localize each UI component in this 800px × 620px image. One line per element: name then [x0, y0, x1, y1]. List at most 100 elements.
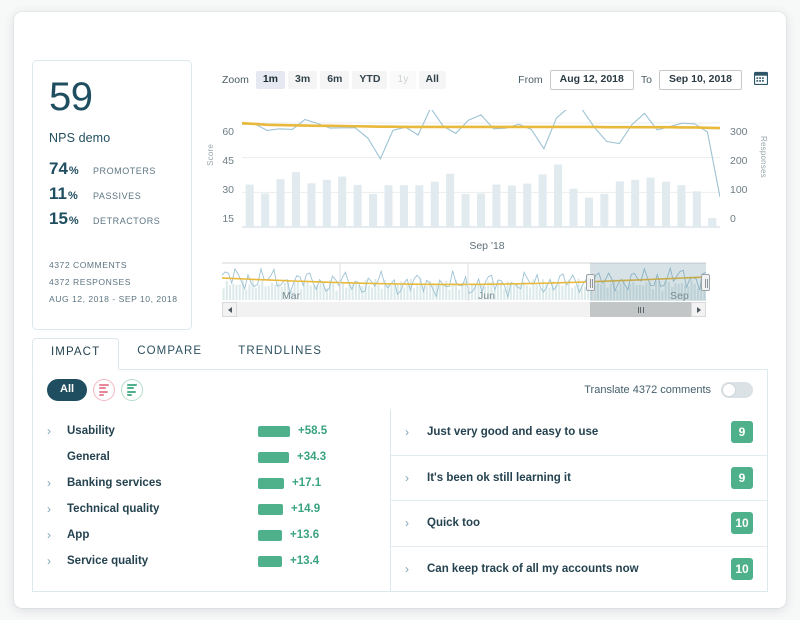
negative-bars-icon[interactable] [93, 379, 116, 401]
scrollbar-thumb[interactable] [590, 302, 691, 317]
translate-label: Translate 4372 comments [584, 384, 711, 396]
chart-navigator[interactable]: Mar Jun Sep [222, 260, 710, 308]
topic-value: +34.3 [297, 451, 327, 463]
tab-impact[interactable]: IMPACT [32, 338, 120, 370]
main-chart[interactable]: Score Responses 60 45 30 15 300 200 100 … [204, 104, 770, 262]
navigator-handle-left[interactable] [586, 274, 595, 291]
topic-row[interactable]: › Banking services +17.1 [33, 470, 390, 496]
detractors-label: DETRACTORS [93, 216, 161, 226]
chevron-right-icon[interactable]: › [405, 563, 417, 575]
nps-breakdown-row: 15% DETRACTORS [49, 209, 175, 229]
chevron-right-icon[interactable]: › [405, 472, 417, 484]
details-section: IMPACT COMPARE TRENDLINES All Translate … [32, 338, 768, 592]
positive-bars-glyph [127, 383, 138, 397]
passives-percent: 11% [49, 184, 78, 203]
topic-row[interactable]: General +34.3 [33, 444, 390, 470]
topic-row[interactable]: › Technical quality +14.9 [33, 496, 390, 522]
topic-row[interactable]: › Service quality +13.4 [33, 548, 390, 574]
comment-text: It's been ok still learning it [427, 471, 571, 484]
topic-metric: +13.4 [258, 555, 376, 567]
scrollbar-grip-icon [637, 306, 644, 313]
nps-score: 59 [49, 75, 93, 119]
tab-trendlines[interactable]: TRENDLINES [220, 338, 340, 369]
y2-tick-300: 300 [730, 126, 748, 138]
comment-score-badge: 9 [731, 421, 753, 444]
zoom-button-3m[interactable]: 3m [288, 71, 318, 89]
comment-row[interactable]: › Just very good and easy to use 9 [391, 410, 767, 456]
comment-score-badge: 10 [731, 512, 753, 535]
zoom-button-6m[interactable]: 6m [320, 71, 350, 89]
y-tick-45: 45 [222, 155, 234, 167]
zoom-label: Zoom [222, 74, 249, 86]
topic-metric: +14.9 [258, 503, 376, 515]
chevron-right-icon[interactable]: › [405, 426, 417, 438]
chart-bars [245, 164, 717, 227]
chevron-right-icon[interactable]: › [47, 477, 59, 489]
comment-score-badge: 9 [731, 466, 753, 489]
topic-value: +14.9 [291, 503, 321, 515]
from-date-input[interactable]: Aug 12, 2018 [549, 70, 634, 90]
topic-label: Usability [67, 425, 115, 437]
promoters-label: PROMOTERS [93, 166, 156, 176]
navigator-scrollbar[interactable] [222, 302, 706, 317]
responses-count: 4372 RESPONSES [49, 277, 131, 287]
topic-bar [258, 425, 290, 437]
comment-row[interactable]: › Can keep track of all my accounts now … [391, 547, 767, 593]
from-label: From [518, 74, 543, 86]
chevron-right-icon[interactable]: › [47, 503, 59, 515]
y2-tick-0: 0 [730, 213, 736, 225]
nps-survey-name: NPS demo [49, 131, 111, 145]
navigator-handle-right[interactable] [701, 274, 710, 291]
topic-bar [258, 451, 289, 463]
comment-row[interactable]: › Quick too 10 [391, 501, 767, 547]
overview-section: 59 NPS demo 74% PROMOTERS 11% PASSIVES 1… [14, 12, 786, 332]
filter-all-button[interactable]: All [47, 379, 88, 401]
topic-bar [258, 477, 284, 489]
promoters-percent: 74% [49, 159, 79, 178]
calendar-icon[interactable] [753, 71, 769, 90]
x-axis-label: Sep '18 [469, 240, 505, 252]
to-date-input[interactable]: Sep 10, 2018 [658, 70, 742, 90]
topic-value: +58.5 [298, 425, 328, 437]
chevron-right-icon[interactable]: › [47, 529, 59, 541]
filter-bar: All Translate 4372 comments [32, 370, 768, 410]
zoom-button-all[interactable]: All [418, 71, 446, 89]
nps-summary-panel: 59 NPS demo 74% PROMOTERS 11% PASSIVES 1… [32, 60, 192, 330]
positive-bars-icon[interactable] [121, 379, 144, 401]
chevron-right-icon[interactable]: › [47, 555, 59, 567]
scroll-left-arrow[interactable] [222, 302, 237, 317]
nps-breakdown-row: 11% PASSIVES [49, 184, 175, 204]
tab-compare[interactable]: COMPARE [119, 338, 220, 369]
topics-list: › Usability +58.5 General +34.3 › Bankin… [33, 410, 391, 591]
zoom-button-ytd[interactable]: YTD [352, 71, 388, 89]
date-range-text: AUG 12, 2018 - SEP 10, 2018 [49, 294, 178, 304]
y-tick-30: 30 [222, 184, 234, 196]
zoom-button-1m[interactable]: 1m [255, 71, 286, 89]
zoom-button-1y: 1y [390, 71, 416, 89]
topic-metric: +58.5 [258, 425, 376, 437]
navigator-month-mar: Mar [282, 290, 301, 302]
to-label: To [640, 74, 652, 86]
topic-label: Service quality [67, 555, 149, 567]
y-tick-60: 60 [222, 126, 234, 138]
scroll-right-arrow[interactable] [691, 302, 706, 317]
topic-row[interactable]: › Usability +58.5 [33, 418, 390, 444]
comment-score-badge: 10 [731, 558, 753, 581]
comment-text: Just very good and easy to use [427, 426, 599, 439]
comment-row[interactable]: › It's been ok still learning it 9 [391, 456, 767, 501]
page-root: 59 NPS demo 74% PROMOTERS 11% PASSIVES 1… [0, 0, 800, 620]
translate-toggle[interactable] [721, 382, 753, 398]
topic-metric: +13.6 [258, 529, 376, 541]
comments-list: › Just very good and easy to use 9 › It'… [391, 410, 767, 591]
topic-bar [258, 529, 282, 541]
topic-row[interactable]: › App +13.6 [33, 522, 390, 548]
comment-text: Can keep track of all my accounts now [427, 563, 639, 576]
impact-panels: › Usability +58.5 General +34.3 › Bankin… [32, 410, 768, 592]
date-range-controls: From Aug 12, 2018 To Sep 10, 2018 [511, 70, 769, 90]
passives-label: PASSIVES [93, 191, 142, 201]
detractors-percent: 15% [49, 209, 79, 228]
chevron-right-icon[interactable]: › [405, 517, 417, 529]
topic-label: Banking services [67, 477, 162, 489]
comments-count: 4372 COMMENTS [49, 260, 128, 270]
chevron-right-icon[interactable]: › [47, 425, 59, 437]
